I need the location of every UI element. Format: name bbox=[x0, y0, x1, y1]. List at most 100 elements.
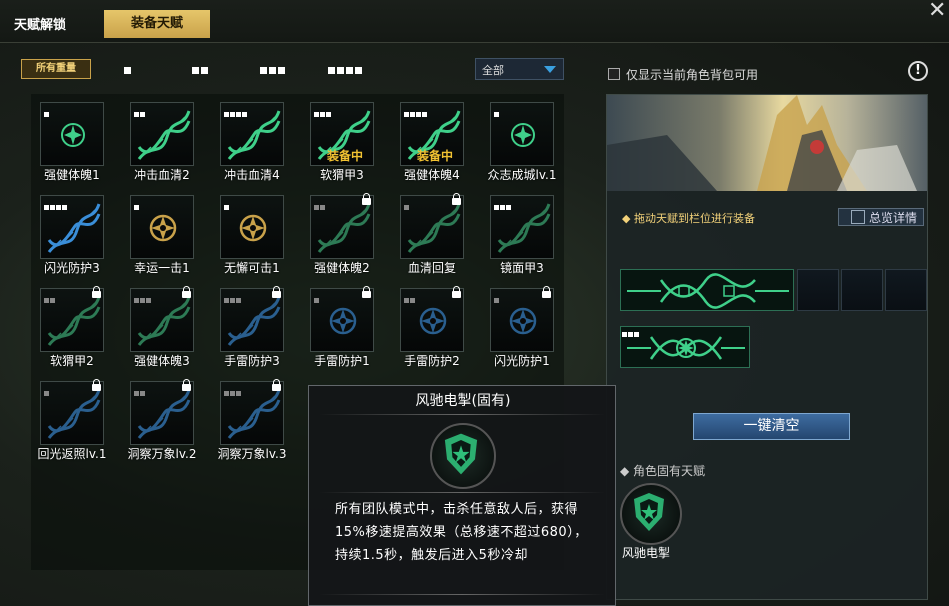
lock-icon bbox=[452, 286, 461, 298]
divider bbox=[319, 492, 605, 493]
talent-card[interactable] bbox=[40, 195, 104, 259]
talent-card-label: 洞察万象lv.2 bbox=[127, 447, 197, 461]
checkbox-icon[interactable] bbox=[608, 68, 620, 80]
talent-card-label: 幸运一击1 bbox=[134, 261, 190, 275]
character-banner-image bbox=[607, 95, 927, 191]
lock-icon bbox=[92, 379, 101, 391]
overview-details-button[interactable]: 总览详情 bbox=[838, 208, 924, 226]
lock-icon bbox=[362, 193, 371, 205]
slot-rank-indicator bbox=[622, 326, 641, 340]
talent-card[interactable] bbox=[490, 195, 554, 259]
tooltip-shield-icon bbox=[430, 423, 496, 489]
talent-card-label: 手雷防护3 bbox=[224, 354, 280, 368]
talent-card[interactable] bbox=[220, 286, 284, 352]
rank-indicator bbox=[134, 199, 140, 213]
talent-card[interactable] bbox=[310, 286, 374, 352]
dropdown-value: 全部 bbox=[482, 64, 504, 77]
talent-card[interactable] bbox=[490, 102, 554, 166]
filter-rank-1-button[interactable] bbox=[124, 63, 133, 77]
compass-emblem-icon bbox=[239, 214, 267, 242]
empty-slot[interactable] bbox=[841, 269, 883, 311]
talent-card-label: 冲击血清2 bbox=[134, 168, 190, 182]
talent-card-label: 手雷防护1 bbox=[314, 354, 370, 368]
lock-icon bbox=[182, 286, 191, 298]
rank-indicator bbox=[44, 385, 50, 399]
talent-card[interactable] bbox=[220, 102, 284, 166]
innate-talent-title: ◆ 角色固有天赋 bbox=[620, 464, 706, 478]
category-dropdown[interactable]: 全部 bbox=[475, 58, 564, 80]
drag-tip-text: 拖动天赋到栏位进行装备 bbox=[633, 212, 755, 225]
lock-icon bbox=[362, 286, 371, 298]
info-icon[interactable]: ! bbox=[908, 61, 928, 81]
equipped-badge: 装备中 bbox=[417, 149, 454, 163]
lock-icon bbox=[452, 193, 461, 205]
divider bbox=[319, 414, 605, 415]
chevron-down-icon bbox=[544, 66, 556, 73]
shield-emblem-icon bbox=[61, 123, 85, 147]
talent-card[interactable]: 装备中 bbox=[310, 102, 374, 166]
talent-card[interactable] bbox=[400, 193, 464, 259]
talent-card-label: 强健体魄1 bbox=[44, 168, 100, 182]
tab-talent-unlock[interactable]: 天赋解锁 bbox=[14, 14, 66, 33]
rank-indicator bbox=[494, 292, 500, 306]
talent-card[interactable] bbox=[310, 193, 374, 259]
talent-card-label: 软猬甲3 bbox=[320, 168, 364, 182]
innate-talent-shield-icon[interactable] bbox=[620, 483, 682, 545]
talent-card[interactable] bbox=[40, 286, 104, 352]
overview-label: 总览详情 bbox=[868, 211, 917, 225]
rank-indicator bbox=[494, 106, 500, 120]
talent-card-label: 血清回复 bbox=[407, 261, 456, 275]
close-icon[interactable]: ✕ bbox=[928, 0, 946, 22]
clear-all-button[interactable]: 一键清空 bbox=[693, 413, 850, 440]
talent-card-label: 冲击血清4 bbox=[224, 168, 280, 182]
talent-card-label: 回光返照lv.1 bbox=[37, 447, 107, 461]
filter-all-ranks-button[interactable]: 所有重量 bbox=[21, 59, 91, 79]
talent-card[interactable] bbox=[130, 102, 194, 166]
filter-rank-3-button[interactable] bbox=[260, 63, 287, 77]
filter-rank-2-button[interactable] bbox=[192, 63, 210, 77]
rank-indicator bbox=[404, 292, 416, 306]
shield-emblem-icon bbox=[511, 123, 535, 147]
lock-icon bbox=[272, 379, 281, 391]
talent-card[interactable] bbox=[40, 102, 104, 166]
rank-indicator bbox=[224, 106, 248, 120]
tooltip-title: 风驰电掣(固有) bbox=[415, 393, 511, 409]
talent-card-label: 洞察万象lv.3 bbox=[217, 447, 287, 461]
empty-slot[interactable] bbox=[797, 269, 839, 311]
talent-card[interactable] bbox=[220, 195, 284, 259]
lock-icon bbox=[182, 379, 191, 391]
rank-indicator bbox=[314, 292, 320, 306]
empty-slot[interactable] bbox=[885, 269, 927, 311]
tab-equip-talent[interactable]: 装备天赋 bbox=[104, 10, 210, 38]
rank-indicator bbox=[404, 106, 428, 120]
only-show-label: 仅显示当前角色背包可用 bbox=[626, 68, 759, 82]
talent-card-label: 强健体魄4 bbox=[404, 168, 460, 182]
drag-tip: ◆ 拖动天赋到栏位进行装备 bbox=[622, 212, 755, 225]
talent-card[interactable] bbox=[130, 195, 194, 259]
talent-card-label: 强健体魄3 bbox=[134, 354, 190, 368]
talent-card[interactable] bbox=[130, 286, 194, 352]
talent-card[interactable]: 装备中 bbox=[400, 102, 464, 166]
talent-card[interactable] bbox=[130, 379, 194, 445]
rank-indicator bbox=[44, 292, 56, 306]
compass-emblem-icon bbox=[329, 307, 357, 335]
dna-helix-icon bbox=[407, 203, 461, 253]
equipped-slot-large[interactable] bbox=[620, 269, 794, 311]
divider bbox=[319, 594, 605, 595]
talent-card-label: 闪光防护3 bbox=[44, 261, 100, 275]
talent-card[interactable] bbox=[490, 286, 554, 352]
talent-card-label: 众志成城lv.1 bbox=[487, 168, 557, 182]
talent-card[interactable] bbox=[400, 286, 464, 352]
talent-card[interactable] bbox=[220, 379, 284, 445]
rank-indicator bbox=[224, 385, 242, 399]
equipped-badge: 装备中 bbox=[327, 149, 364, 163]
only-show-available-checkbox[interactable]: 仅显示当前角色背包可用 bbox=[608, 66, 758, 83]
talent-card-label: 镜面甲3 bbox=[500, 261, 544, 275]
rank-indicator bbox=[224, 199, 230, 213]
talent-card[interactable] bbox=[40, 379, 104, 445]
innate-talent-label: 风驰电掣 bbox=[622, 546, 671, 560]
talent-card-label: 无懈可击1 bbox=[224, 261, 280, 275]
filter-rank-4-button[interactable] bbox=[328, 63, 364, 77]
talent-card-label: 闪光防护1 bbox=[494, 354, 550, 368]
innate-title-text: 角色固有天赋 bbox=[633, 464, 706, 478]
